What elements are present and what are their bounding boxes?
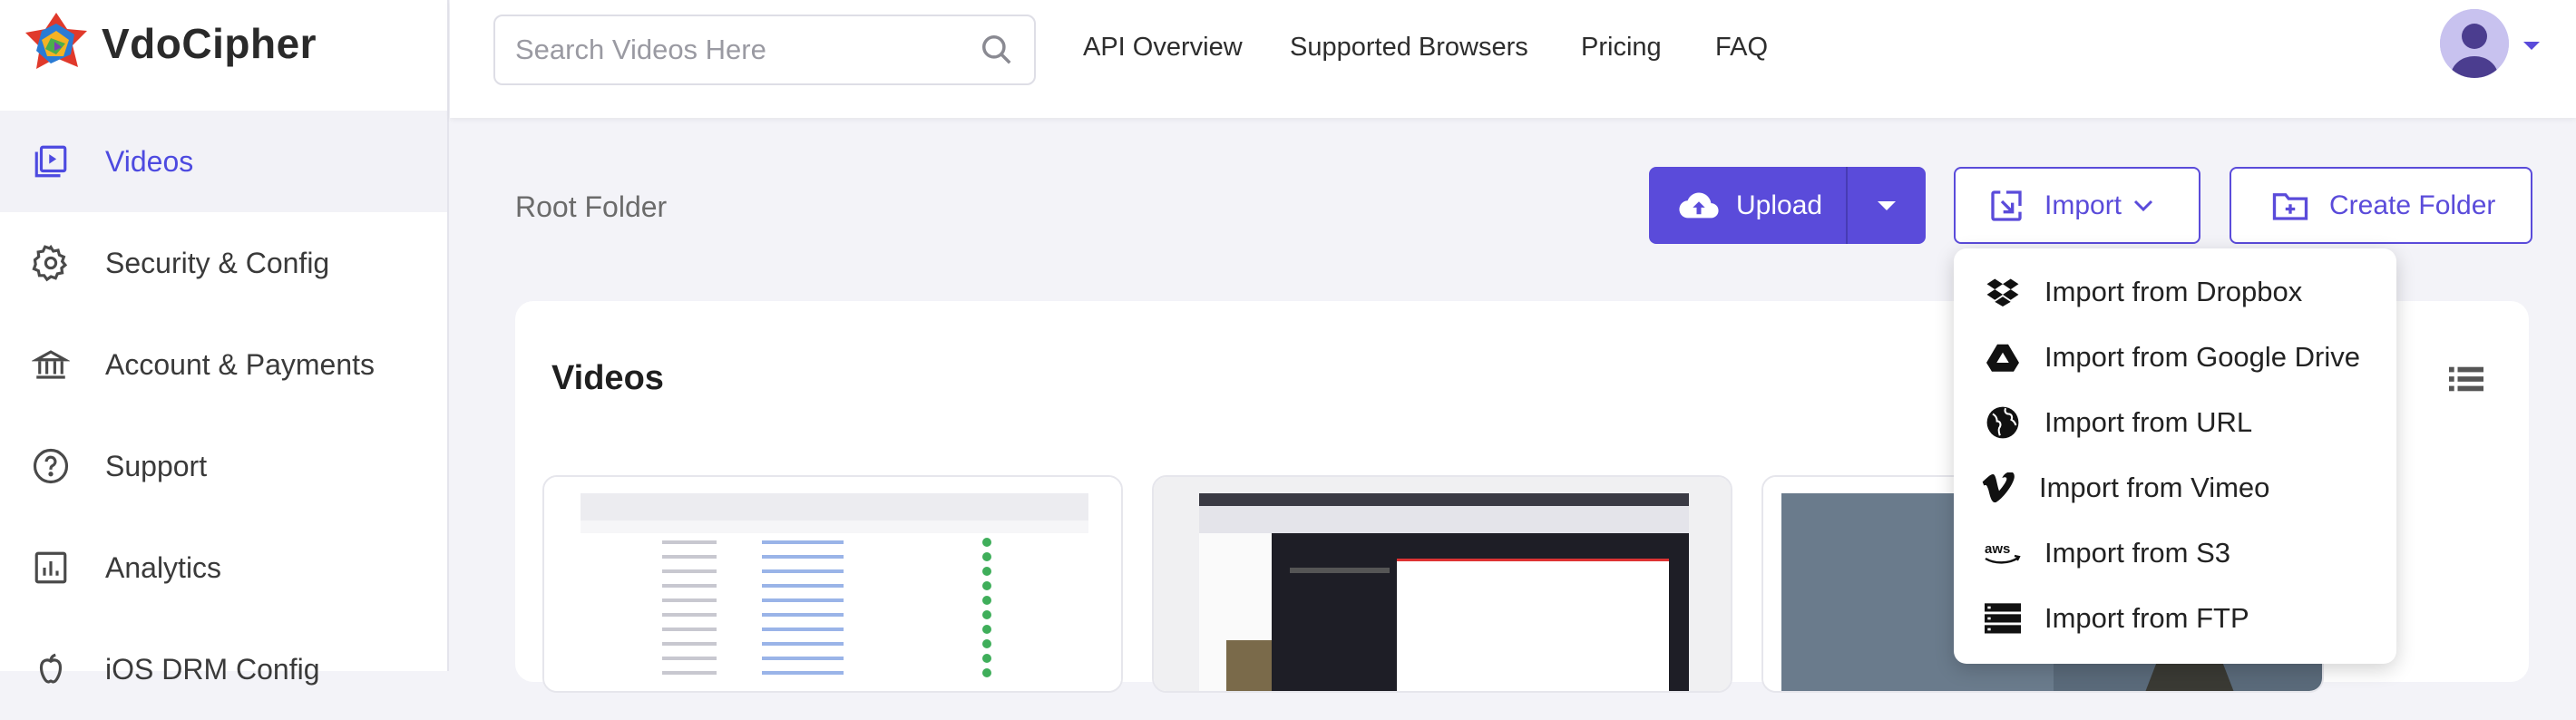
video-library-icon	[31, 141, 71, 181]
import-vimeo-item[interactable]: Import from Vimeo	[1954, 455, 2396, 521]
gear-icon	[31, 243, 71, 283]
avatar[interactable]	[2440, 9, 2509, 78]
import-url-item[interactable]: Import from URL	[1954, 390, 2396, 455]
help-circle-icon	[31, 446, 71, 486]
nav-pricing[interactable]: Pricing	[1581, 33, 1662, 63]
sidebar-item-label: iOS DRM Config	[105, 652, 320, 686]
upload-dropdown-button[interactable]	[1848, 167, 1926, 244]
import-ftp-item[interactable]: Import from FTP	[1954, 586, 2396, 651]
sidebar-item-analytics[interactable]: Analytics	[0, 517, 447, 618]
menu-item-label: Import from Vimeo	[2039, 472, 2270, 503]
top-bar: API Overview Supported Browsers Pricing …	[450, 0, 2576, 118]
import-label: Import	[2044, 190, 2122, 220]
video-thumbnail-image	[1154, 477, 1731, 691]
import-button[interactable]: Import	[1954, 167, 2200, 244]
import-dropbox-item[interactable]: Import from Dropbox	[1954, 259, 2396, 325]
aws-icon: aws	[1981, 539, 2025, 568]
import-s3-item[interactable]: aws Import from S3	[1954, 521, 2396, 586]
nav-api-overview[interactable]: API Overview	[1083, 33, 1243, 63]
create-folder-button[interactable]: Create Folder	[2230, 167, 2532, 244]
sidebar-item-security[interactable]: Security & Config	[0, 212, 447, 314]
sidebar: VdoCipher Videos Security & Config Accou…	[0, 0, 449, 686]
sidebar-item-label: Analytics	[105, 550, 222, 584]
import-google-drive-item[interactable]: Import from Google Drive	[1954, 325, 2396, 390]
upload-button[interactable]: Upload	[1649, 167, 1846, 244]
sidebar-item-support[interactable]: Support	[0, 415, 447, 517]
search-icon[interactable]	[980, 33, 1014, 72]
sidebar-item-label: Account & Payments	[105, 347, 376, 381]
menu-item-label: Import from FTP	[2044, 602, 2249, 634]
ftp-server-icon	[1981, 603, 2025, 634]
upload-label: Upload	[1736, 190, 1823, 220]
video-thumbnail-image	[544, 477, 1121, 691]
analytics-icon	[31, 548, 71, 588]
user-avatar-icon	[2440, 9, 2509, 78]
globe-icon	[1981, 405, 2025, 440]
caret-down-icon	[1878, 200, 1896, 210]
cloud-upload-icon	[1678, 190, 1720, 222]
button-divider	[1846, 167, 1848, 244]
import-dropdown-menu: Import from Dropbox Import from Google D…	[1954, 248, 2396, 664]
menu-item-label: Import from S3	[2044, 537, 2230, 569]
brand-logo[interactable]: VdoCipher	[24, 7, 317, 80]
sidebar-item-label: Security & Config	[105, 246, 330, 279]
section-title: Videos	[551, 359, 664, 397]
menu-item-label: Import from URL	[2044, 406, 2253, 438]
apple-icon	[31, 649, 71, 689]
brand-name: VdoCipher	[102, 20, 317, 67]
vdocipher-logo-icon	[25, 13, 87, 69]
dropbox-icon	[1981, 277, 2025, 306]
create-folder-label: Create Folder	[2329, 190, 2496, 220]
list-view-icon[interactable]	[2449, 365, 2483, 398]
chevron-down-icon[interactable]	[2522, 40, 2542, 57]
google-drive-icon	[1981, 343, 2025, 372]
search-box[interactable]	[493, 15, 1036, 85]
bank-icon	[31, 345, 71, 384]
sidebar-item-ios-drm[interactable]: iOS DRM Config	[0, 618, 447, 720]
menu-item-label: Import from Google Drive	[2044, 341, 2360, 373]
video-thumbnail[interactable]	[542, 475, 1123, 693]
video-thumbnail[interactable]	[1152, 475, 1732, 693]
nav-supported-browsers[interactable]: Supported Browsers	[1290, 33, 1528, 63]
menu-item-label: Import from Dropbox	[2044, 276, 2303, 307]
breadcrumb[interactable]: Root Folder	[515, 190, 667, 224]
sidebar-item-label: Videos	[105, 144, 194, 178]
sidebar-item-label: Support	[105, 449, 208, 482]
vimeo-icon	[1977, 472, 2021, 503]
nav-faq[interactable]: FAQ	[1715, 33, 1768, 63]
folder-plus-icon	[2271, 190, 2309, 222]
search-input[interactable]	[515, 34, 960, 66]
svg-text:aws: aws	[1985, 541, 2010, 557]
sidebar-item-videos[interactable]: Videos	[0, 111, 447, 212]
sidebar-item-account[interactable]: Account & Payments	[0, 314, 447, 415]
chevron-down-icon	[2132, 199, 2154, 213]
import-icon	[1988, 188, 2025, 224]
